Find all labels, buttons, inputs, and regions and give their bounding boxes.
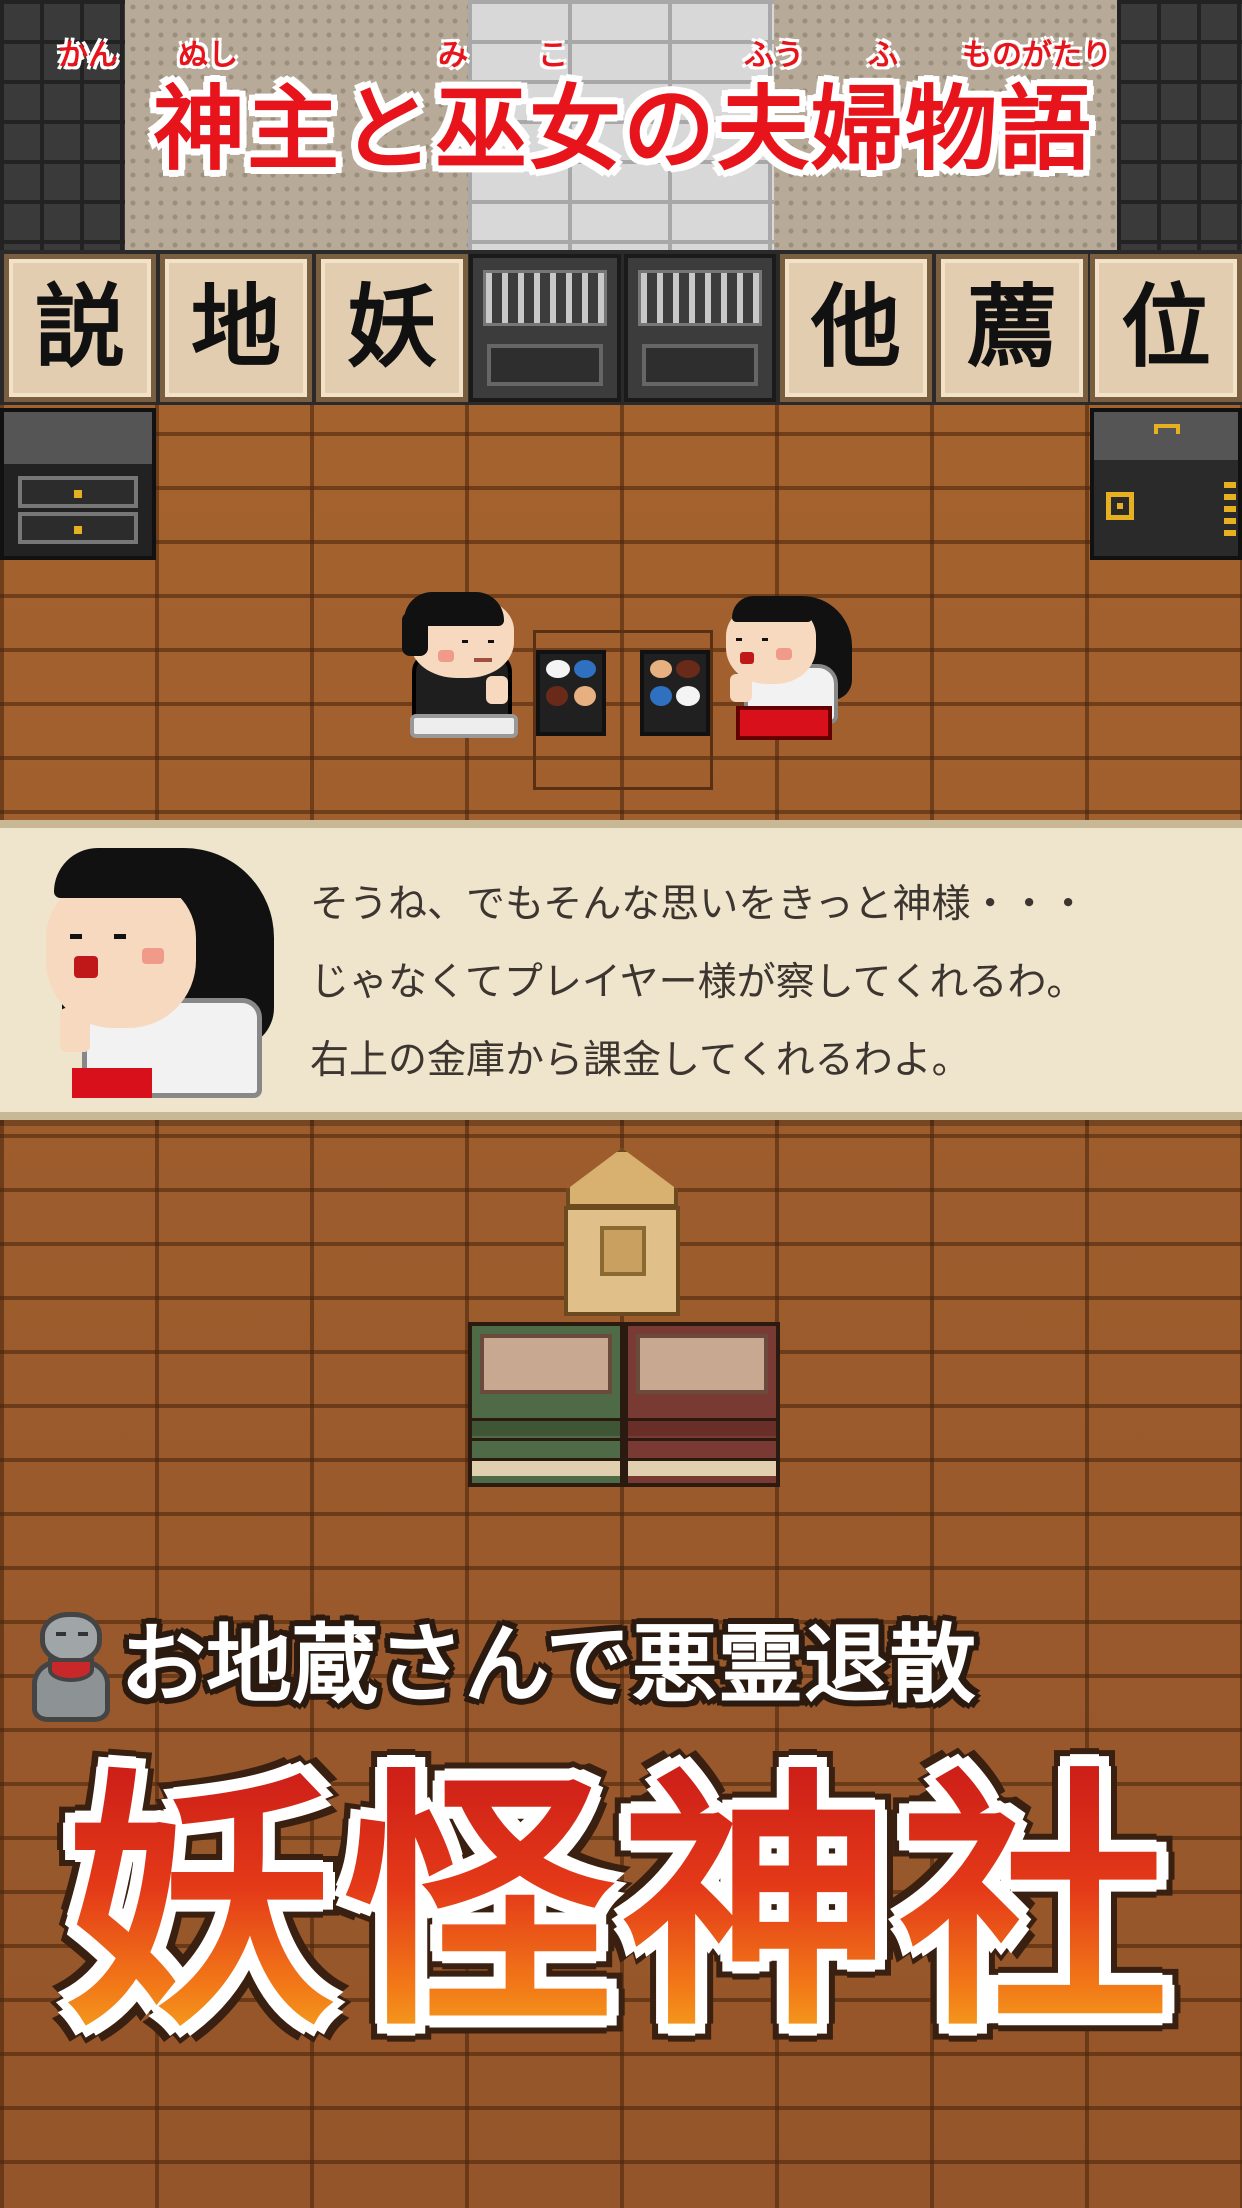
dialog-line: じゃなくてプレイヤー様が察してくれるわ。 — [310, 960, 1086, 1005]
game-title: 神主と巫女の夫婦物語 — [152, 76, 1093, 183]
menu-button-explanation[interactable]: 説 — [4, 254, 156, 402]
meal-tray-left — [536, 650, 606, 736]
drawer-cabinet — [0, 408, 156, 560]
shrine-maiden-portrait — [42, 848, 282, 1098]
menu-button-jizo[interactable]: 地 — [160, 254, 312, 402]
menu-button-ranking[interactable]: 位 — [1090, 254, 1242, 402]
shrine-maiden-character[interactable] — [722, 590, 858, 742]
promo-subtitle: お地蔵さんで悪霊退散 — [120, 1615, 976, 1715]
jizo-statue-icon — [26, 1612, 116, 1724]
menu-button-other[interactable]: 他 — [780, 254, 932, 402]
gate-door-right — [624, 254, 776, 402]
cushion-red[interactable] — [624, 1322, 780, 1487]
menu-button-recommend[interactable]: 薦 — [936, 254, 1088, 402]
dialog-box[interactable]: そうね、でもそんな思いをきっと神様・・・ じゃなくてプレイヤー様が察してくれるわ… — [0, 820, 1242, 1120]
safe-icon[interactable] — [1090, 408, 1242, 560]
dialog-line: 右上の金庫から課金してくれるわよ。 — [310, 1038, 971, 1083]
meal-tray-right — [640, 650, 710, 736]
cushion-green[interactable] — [468, 1322, 624, 1487]
dialog-text: そうね、でもそんな思いをきっと神様・・・ じゃなくてプレイヤー様が察してくれるわ… — [310, 866, 1230, 1100]
gate-door-left — [469, 254, 621, 402]
mini-shrine[interactable] — [560, 1148, 684, 1318]
priest-character[interactable] — [398, 592, 528, 742]
menu-row: 説 地 妖 他 薦 位 — [0, 250, 1242, 405]
game-logo: 妖怪神社 — [0, 1740, 1242, 2070]
dialog-line: そうね、でもそんな思いをきっと神様・・・ — [310, 882, 1088, 927]
menu-button-yokai[interactable]: 妖 — [316, 254, 468, 402]
